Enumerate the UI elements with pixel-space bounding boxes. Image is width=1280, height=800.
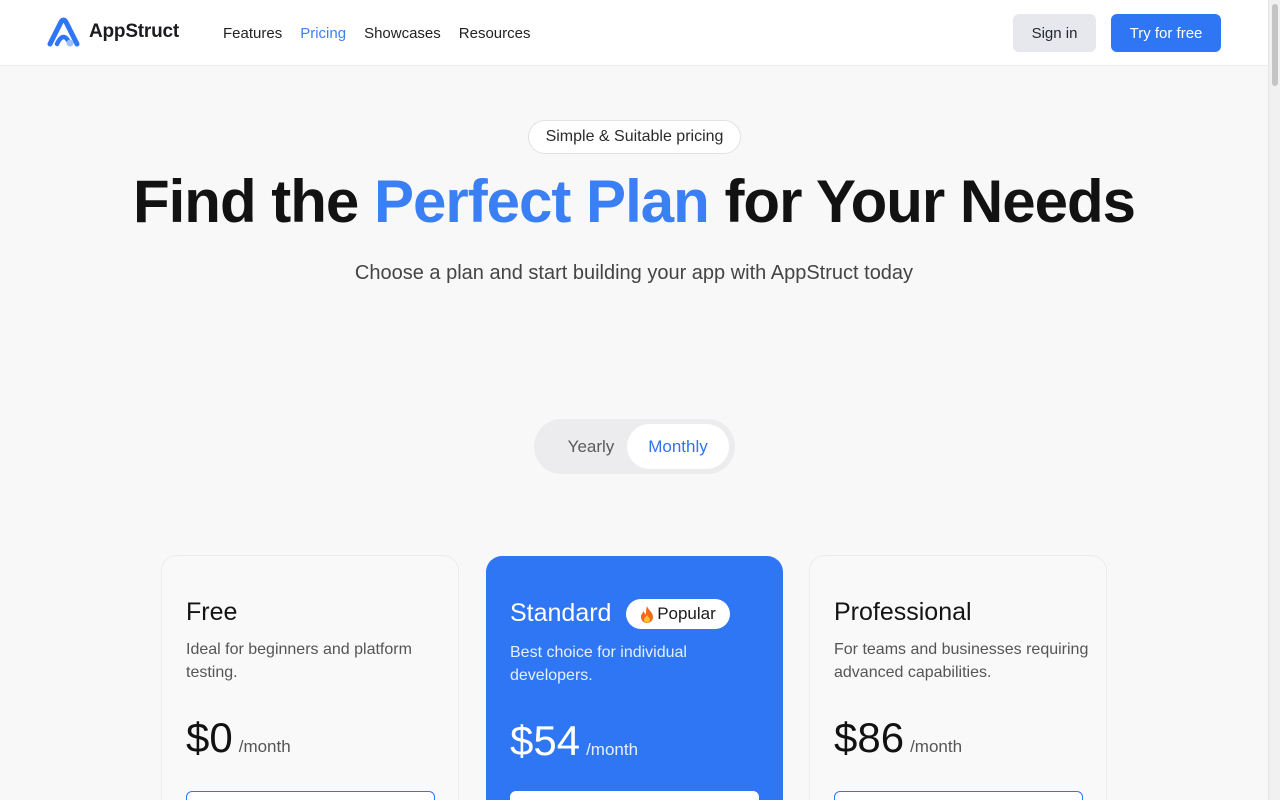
toggle-yearly[interactable]: Yearly: [545, 424, 637, 469]
nav-showcases[interactable]: Showcases: [364, 25, 441, 42]
page-title: Find the Perfect Plan for Your Needs: [0, 166, 1268, 238]
price-period: /month: [586, 740, 639, 759]
choose-free-plan-button[interactable]: [186, 791, 435, 800]
plan-description: Best choice for individual developers.: [510, 644, 687, 684]
plan-card-standard: Standard Popular Best choice for individ…: [486, 556, 783, 800]
plan-name: Free: [186, 598, 238, 626]
page-scrollbar[interactable]: [1268, 0, 1280, 800]
nav-pricing[interactable]: Pricing: [300, 25, 346, 42]
scrollbar-thumb[interactable]: [1272, 4, 1278, 86]
page-subtitle: Choose a plan and start building your ap…: [354, 262, 914, 284]
popular-badge: Popular: [626, 599, 730, 629]
main-nav: Features Pricing Showcases Resources: [223, 0, 530, 66]
price-row: $0 /month: [186, 714, 291, 762]
price-row: $86 /month: [834, 714, 962, 762]
fire-icon: [641, 605, 654, 623]
nav-features[interactable]: Features: [223, 25, 282, 42]
price-period: /month: [910, 737, 963, 756]
try-for-free-button[interactable]: Try for free: [1111, 14, 1221, 52]
title-suffix: for Your Needs: [708, 168, 1136, 235]
price-period: /month: [238, 737, 291, 756]
pricing-badge: Simple & Suitable pricing: [528, 120, 741, 154]
brand-name: AppStruct: [89, 21, 180, 42]
plan-description: For teams and businesses requiring advan…: [834, 641, 1089, 681]
plan-name: Professional: [834, 598, 972, 626]
brand-logo[interactable]: AppStruct: [46, 16, 179, 48]
plan-price: $86: [834, 714, 905, 761]
title-prefix: Find the: [132, 168, 374, 235]
plan-card-professional: Professional For teams and businesses re…: [809, 555, 1107, 800]
site-header: AppStruct Features Pricing Showcases Res…: [0, 0, 1268, 66]
popular-label: Popular: [657, 604, 716, 623]
choose-standard-plan-button[interactable]: [510, 791, 759, 800]
plan-card-free: Free Ideal for beginners and platform te…: [161, 555, 459, 800]
choose-professional-plan-button[interactable]: [834, 791, 1083, 800]
toggle-monthly[interactable]: Monthly: [627, 424, 729, 469]
nav-resources[interactable]: Resources: [459, 25, 531, 42]
sign-in-button[interactable]: Sign in: [1013, 14, 1096, 52]
appstruct-logo-icon: [47, 17, 80, 47]
plan-price: $54: [510, 717, 581, 764]
plan-description: Ideal for beginners and platform testing…: [186, 641, 412, 681]
plan-price: $0: [186, 714, 233, 761]
billing-period-toggle: Yearly Monthly: [534, 419, 735, 474]
plan-name: Standard: [510, 599, 612, 627]
title-accent: Perfect Plan: [373, 168, 710, 235]
price-row: $54 /month: [510, 717, 638, 765]
